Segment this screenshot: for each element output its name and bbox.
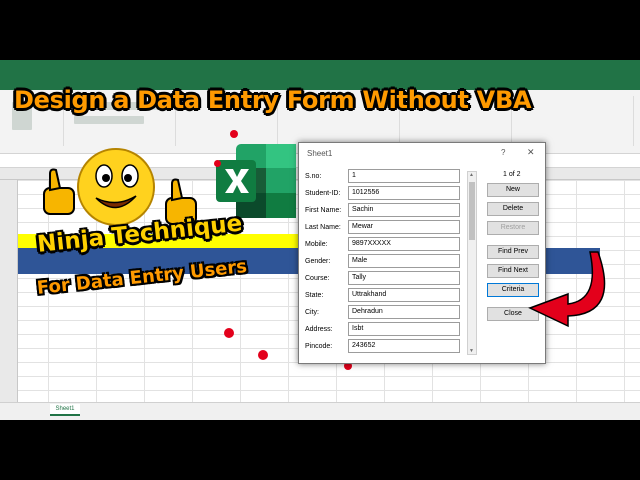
field-input[interactable]: Male (348, 254, 460, 268)
help-icon[interactable]: ? (501, 148, 505, 157)
field-label: City: (305, 309, 319, 316)
form-field-row: First Name: Sachin (305, 203, 463, 219)
red-dot (224, 328, 234, 338)
form-field-row: State: Uttrakhand (305, 288, 463, 304)
form-field-row: Student-ID: 1012556 (305, 186, 463, 202)
close-icon[interactable]: ✕ (527, 147, 535, 158)
field-label: Mobile: (305, 241, 328, 248)
field-label: Address: (305, 326, 333, 333)
scrollbar-thumb[interactable] (469, 182, 475, 240)
form-field-row: Address: Isbt (305, 322, 463, 338)
field-label: Pincode: (305, 343, 333, 350)
form-field-row: S.no: 1 (305, 169, 463, 185)
field-label: Course: (305, 275, 330, 282)
field-input[interactable]: 1012556 (348, 186, 460, 200)
excel-title-bar (0, 60, 640, 76)
row-headers (0, 180, 18, 402)
field-input[interactable]: Isbt (348, 322, 460, 336)
field-input[interactable]: Tally (348, 271, 460, 285)
field-input[interactable]: 9897XXXXX (348, 237, 460, 251)
field-input[interactable]: 1 (348, 169, 460, 183)
record-count: 1 of 2 (503, 171, 521, 178)
field-label: State: (305, 292, 324, 299)
delete-button[interactable]: Delete (487, 202, 539, 216)
form-field-row: Gender: Male (305, 254, 463, 270)
headline-text: Design a Data Entry Form Without VBA (14, 86, 532, 114)
form-field-row: Mobile: 9897XXXXX (305, 237, 463, 253)
form-field-row: Pincode: 243652 (305, 339, 463, 355)
field-input[interactable]: Sachin (348, 203, 460, 217)
scroll-up-icon[interactable]: ▲ (469, 172, 474, 178)
field-label: First Name: (305, 207, 342, 214)
red-dot (230, 130, 238, 138)
red-dot (214, 160, 221, 167)
restore-button[interactable]: Restore (487, 221, 539, 235)
form-field-row: City: Dehradun (305, 305, 463, 321)
dialog-title: Sheet1 (307, 149, 333, 158)
field-input[interactable]: Uttrakhand (348, 288, 460, 302)
field-label: Last Name: (305, 224, 341, 231)
red-curved-arrow-icon (528, 251, 606, 328)
field-input[interactable]: Mewar (348, 220, 460, 234)
status-bar (0, 402, 640, 420)
field-label: S.no: (305, 173, 322, 180)
new-button[interactable]: New (487, 183, 539, 197)
red-dot (258, 350, 268, 360)
record-scrollbar[interactable]: ▲ ▼ (467, 171, 477, 355)
data-form-dialog: Sheet1 ? ✕ S.no: 1 Student-ID: 1012556 F… (298, 142, 546, 364)
field-input[interactable]: Dehradun (348, 305, 460, 319)
form-field-row: Last Name: Mewar (305, 220, 463, 236)
field-input[interactable]: 243652 (348, 339, 460, 353)
field-label: Student-ID: (305, 190, 341, 197)
sheet-tab[interactable]: Sheet1 (50, 404, 80, 416)
scroll-down-icon[interactable]: ▼ (469, 348, 474, 354)
field-label: Gender: (305, 258, 331, 265)
form-field-row: Course: Tally (305, 271, 463, 287)
